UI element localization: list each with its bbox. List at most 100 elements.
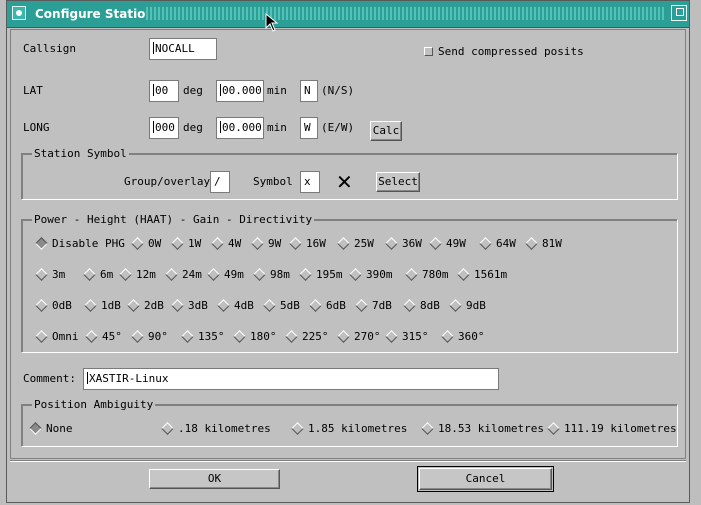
phg-height-radio[interactable]: 390m: [349, 268, 393, 281]
phg-gain-radio[interactable]: 6dB: [309, 299, 346, 312]
phg-height-radio[interactable]: 24m: [165, 268, 202, 281]
radio-diamond-icon[interactable]: [337, 330, 350, 343]
phg-directivity-radio[interactable]: 180°: [233, 330, 277, 343]
radio-diamond-icon[interactable]: [355, 299, 368, 312]
phg-gain-radio[interactable]: 3dB: [171, 299, 208, 312]
select-symbol-button[interactable]: Select: [376, 172, 420, 192]
radio-diamond-icon[interactable]: [233, 330, 246, 343]
radio-diamond-icon[interactable]: [289, 237, 302, 250]
callsign-input[interactable]: NOCALL: [149, 38, 217, 60]
phg-gain-radio[interactable]: 0dB: [35, 299, 72, 312]
radio-diamond-icon[interactable]: [165, 268, 178, 281]
radio-diamond-icon[interactable]: [171, 299, 184, 312]
phg-height-radio[interactable]: 6m: [83, 268, 113, 281]
radio-diamond-icon[interactable]: [171, 237, 184, 250]
phg-directivity-radio[interactable]: 225°: [285, 330, 329, 343]
radio-diamond-icon[interactable]: [35, 330, 48, 343]
radio-diamond-icon[interactable]: [35, 299, 48, 312]
radio-diamond-icon[interactable]: [119, 268, 132, 281]
phg-directivity-radio[interactable]: 360°: [441, 330, 485, 343]
maximize-icon[interactable]: [671, 5, 687, 21]
phg-gain-radio[interactable]: 2dB: [127, 299, 164, 312]
phg-height-radio[interactable]: 12m: [119, 268, 156, 281]
send-compressed-checkbox[interactable]: [424, 47, 433, 56]
lat-deg-input[interactable]: 00: [149, 80, 179, 102]
phg-gain-radio[interactable]: 1dB: [84, 299, 121, 312]
radio-diamond-icon[interactable]: [403, 299, 416, 312]
phg-gain-radio[interactable]: 7dB: [355, 299, 392, 312]
phg-directivity-radio[interactable]: 135°: [181, 330, 225, 343]
phg-power-radio[interactable]: 25W: [337, 237, 374, 250]
radio-diamond-icon[interactable]: [457, 268, 470, 281]
radio-diamond-icon[interactable]: [309, 299, 322, 312]
radio-diamond-icon[interactable]: [161, 422, 174, 435]
phg-gain-radio[interactable]: 5dB: [263, 299, 300, 312]
radio-diamond-icon[interactable]: [299, 268, 312, 281]
ambiguity-radio[interactable]: 18.53 kilometres: [421, 422, 544, 435]
radio-diamond-icon[interactable]: [525, 237, 538, 250]
radio-diamond-icon[interactable]: [211, 237, 224, 250]
phg-height-radio[interactable]: 98m: [253, 268, 290, 281]
radio-diamond-icon[interactable]: [479, 237, 492, 250]
radio-diamond-icon[interactable]: [35, 268, 48, 281]
window-menu-icon[interactable]: [12, 6, 26, 20]
phg-height-radio[interactable]: 195m: [299, 268, 343, 281]
phg-directivity-radio[interactable]: 270°: [337, 330, 381, 343]
phg-gain-radio[interactable]: 4dB: [217, 299, 254, 312]
calc-button[interactable]: Calc: [370, 121, 402, 141]
radio-diamond-icon[interactable]: [429, 237, 442, 250]
radio-diamond-icon[interactable]: [449, 299, 462, 312]
radio-diamond-icon[interactable]: [83, 268, 96, 281]
group-overlay-input[interactable]: /: [210, 171, 230, 193]
radio-diamond-icon[interactable]: [131, 237, 144, 250]
radio-diamond-icon[interactable]: [207, 268, 220, 281]
ambiguity-radio[interactable]: .18 kilometres: [161, 422, 271, 435]
phg-height-radio[interactable]: 3m: [35, 268, 65, 281]
phg-power-radio[interactable]: 9W: [251, 237, 281, 250]
ambiguity-radio[interactable]: 1.85 kilometres: [291, 422, 407, 435]
lat-hemisphere-input[interactable]: N: [300, 80, 318, 102]
phg-power-radio[interactable]: 36W: [385, 237, 422, 250]
ambiguity-radio[interactable]: None: [29, 422, 73, 435]
radio-diamond-icon[interactable]: [385, 330, 398, 343]
phg-height-radio[interactable]: 1561m: [457, 268, 507, 281]
radio-diamond-icon[interactable]: [291, 422, 304, 435]
radio-diamond-icon[interactable]: [131, 330, 144, 343]
long-hemisphere-input[interactable]: W: [300, 117, 318, 139]
radio-diamond-icon[interactable]: [35, 237, 48, 250]
radio-diamond-icon[interactable]: [85, 330, 98, 343]
phg-power-radio[interactable]: 49W: [429, 237, 466, 250]
radio-diamond-icon[interactable]: [285, 330, 298, 343]
radio-diamond-icon[interactable]: [84, 299, 97, 312]
phg-directivity-radio[interactable]: 45°: [85, 330, 122, 343]
long-min-input[interactable]: 00.000: [216, 117, 264, 139]
radio-diamond-icon[interactable]: [263, 299, 276, 312]
symbol-input[interactable]: x: [300, 171, 320, 193]
radio-diamond-icon[interactable]: [337, 237, 350, 250]
radio-diamond-icon[interactable]: [253, 268, 266, 281]
phg-directivity-radio[interactable]: 90°: [131, 330, 168, 343]
radio-diamond-icon[interactable]: [385, 237, 398, 250]
phg-power-radio[interactable]: 1W: [171, 237, 201, 250]
comment-input[interactable]: XASTIR-Linux: [83, 368, 499, 390]
phg-power-radio[interactable]: 16W: [289, 237, 326, 250]
radio-diamond-icon[interactable]: [349, 268, 362, 281]
phg-directivity-radio[interactable]: Omni: [35, 330, 79, 343]
phg-power-radio[interactable]: 4W: [211, 237, 241, 250]
title-bar[interactable]: Configure Station: [7, 1, 689, 28]
ambiguity-radio[interactable]: 111.19 kilometres: [547, 422, 677, 435]
radio-diamond-icon[interactable]: [405, 268, 418, 281]
radio-diamond-icon[interactable]: [127, 299, 140, 312]
title-bar-grip[interactable]: [146, 7, 666, 20]
radio-diamond-icon[interactable]: [29, 422, 42, 435]
radio-diamond-icon[interactable]: [181, 330, 194, 343]
radio-diamond-icon[interactable]: [217, 299, 230, 312]
phg-gain-radio[interactable]: 9dB: [449, 299, 486, 312]
ok-button[interactable]: OK: [149, 469, 280, 489]
phg-gain-radio[interactable]: 8dB: [403, 299, 440, 312]
radio-diamond-icon[interactable]: [421, 422, 434, 435]
radio-diamond-icon[interactable]: [251, 237, 264, 250]
phg-directivity-radio[interactable]: 315°: [385, 330, 429, 343]
phg-height-radio[interactable]: 780m: [405, 268, 449, 281]
cancel-button[interactable]: Cancel: [417, 466, 554, 492]
